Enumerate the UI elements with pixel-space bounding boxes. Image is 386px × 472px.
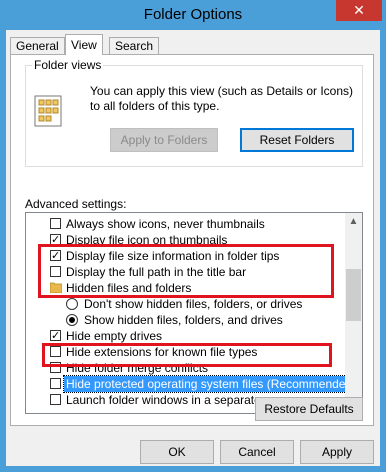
tab-view[interactable]: View (65, 34, 103, 55)
checkbox[interactable] (50, 218, 61, 229)
close-button[interactable]: ✕ (336, 0, 382, 21)
apply-button[interactable]: Apply (300, 440, 374, 464)
list-item-label: Don't show hidden files, folders, or dri… (84, 297, 303, 311)
tab-strip: General View Search (10, 34, 380, 56)
view-tab-panel: Folder views You can apply this view (su… (10, 54, 374, 426)
advanced-settings-label: Advanced settings: (25, 197, 127, 211)
tab-search[interactable]: Search (109, 37, 160, 55)
tab-general[interactable]: General (10, 37, 65, 55)
radio-button[interactable] (66, 314, 78, 326)
checkbox[interactable] (50, 378, 61, 389)
checkbox[interactable] (50, 328, 61, 344)
restore-defaults-button[interactable]: Restore Defaults (255, 397, 363, 421)
cancel-button[interactable]: Cancel (220, 440, 294, 464)
radio-button[interactable] (66, 298, 78, 310)
protected-files-highlight (42, 343, 332, 367)
scroll-up-icon[interactable]: ▲ (345, 213, 362, 230)
close-icon: ✕ (353, 2, 365, 18)
folder-views-title: Folder views (32, 58, 104, 72)
checkbox[interactable] (50, 394, 61, 405)
reset-folders-button[interactable]: Reset Folders (240, 128, 354, 152)
title-bar[interactable]: Folder Options ✕ (0, 0, 386, 30)
list-item-label: Show hidden files, folders, and drives (84, 313, 283, 327)
list-item-label: Hide empty drives (66, 329, 163, 343)
scroll-thumb[interactable] (346, 269, 361, 321)
ok-button[interactable]: OK (140, 440, 214, 464)
list-item-label: Always show icons, never thumbnails (66, 217, 265, 231)
folder-options-window: Folder Options ✕ General View Search Fol… (0, 0, 386, 472)
vertical-scrollbar[interactable]: ▲ ▼ (345, 213, 362, 413)
advanced-settings-list[interactable]: Always show icons, never thumbnails Disp… (25, 212, 363, 414)
apply-to-folders-button[interactable]: Apply to Folders (110, 128, 218, 152)
folder-views-icon (34, 95, 62, 127)
window-title: Folder Options (143, 6, 243, 23)
list-item-label: Hide protected operating system files (R… (62, 375, 360, 393)
folder-views-description: You can apply this view (such as Details… (90, 84, 354, 113)
hidden-files-highlight (38, 244, 334, 298)
folder-views-group: Folder views You can apply this view (su… (25, 58, 363, 167)
